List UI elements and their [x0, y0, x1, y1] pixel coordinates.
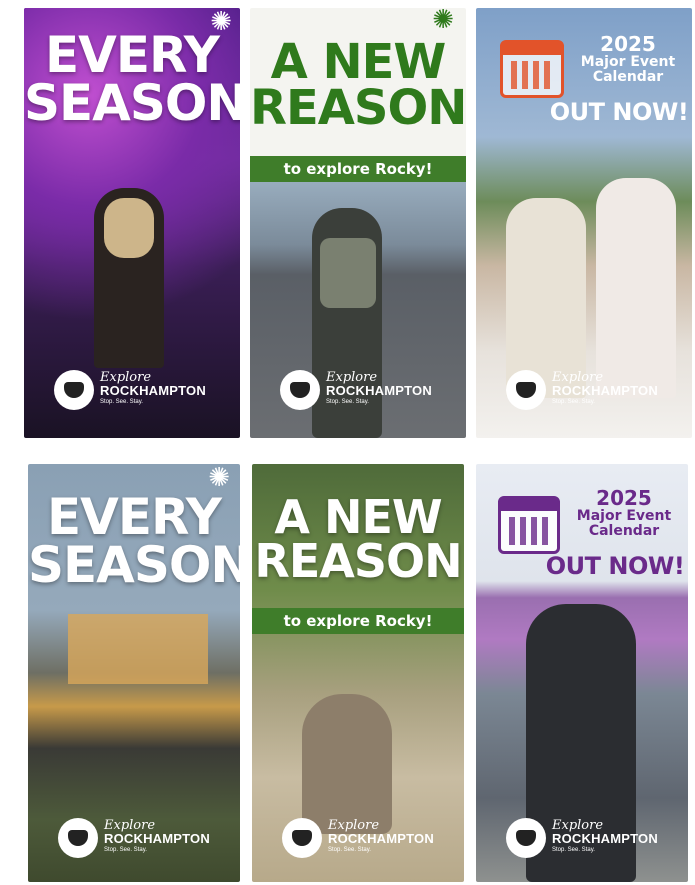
explore-rockhampton-logo: Explore ROCKHAMPTON Stop. See. Stay.: [54, 368, 224, 412]
explore-rockhampton-logo: Explore ROCKHAMPTON Stop. See. Stay.: [280, 368, 450, 412]
flower-icon: ✺: [208, 464, 230, 492]
calendar-heading: 2025 Major Event Calendar: [580, 32, 676, 85]
bull-icon: [506, 818, 546, 858]
calendar-icon: [500, 40, 564, 98]
out-now-label: OUT NOW!: [545, 552, 685, 580]
bull-icon: [54, 370, 94, 410]
runner-top: [320, 238, 376, 308]
headline: EVERY SEASON: [24, 26, 240, 132]
ad-panel-calendar-2: 2025 Major Event Calendar OUT NOW! Explo…: [476, 464, 688, 882]
ad-panel-calendar-1: 2025 Major Event Calendar OUT NOW! Explo…: [476, 8, 692, 438]
ad-panel-every-season-1: ✺ EVERY SEASON Explore ROCKHAMPTON Stop. …: [24, 8, 240, 438]
explore-rockhampton-logo: Explore ROCKHAMPTON Stop. See. Stay.: [506, 816, 676, 860]
calendar-heading: 2025 Major Event Calendar: [576, 486, 672, 539]
headline: A NEW REASON: [250, 34, 466, 136]
calendar-icon: [498, 496, 560, 554]
headline: A NEW REASON: [254, 490, 462, 588]
flower-icon: ✺: [432, 8, 454, 34]
kangaroo: [302, 694, 392, 834]
performer-top: [104, 198, 154, 258]
bull-icon: [58, 818, 98, 858]
explore-rockhampton-logo: Explore ROCKHAMPTON Stop. See. Stay.: [506, 368, 676, 412]
headline: EVERY SEASON: [28, 488, 240, 594]
tagline-band: to explore Rocky!: [250, 156, 466, 182]
woman-in-dress: [596, 178, 676, 398]
bull-icon: [282, 818, 322, 858]
ad-panel-new-reason-1: ✺ A NEW REASON to explore Rocky! Explore …: [250, 8, 466, 438]
ad-panel-new-reason-2: A NEW REASON to explore Rocky! Explore RO…: [252, 464, 464, 882]
ad-panel-every-season-2: ✺ EVERY SEASON Explore ROCKHAMPTON Stop. …: [28, 464, 240, 882]
stage: [68, 614, 208, 684]
out-now-label: OUT NOW!: [549, 98, 689, 126]
explore-rockhampton-logo: Explore ROCKHAMPTON Stop. See. Stay.: [282, 816, 452, 860]
explore-rockhampton-logo: Explore ROCKHAMPTON Stop. See. Stay.: [58, 816, 228, 860]
tagline-band: to explore Rocky!: [252, 608, 464, 634]
bull-icon: [280, 370, 320, 410]
bull-icon: [506, 370, 546, 410]
